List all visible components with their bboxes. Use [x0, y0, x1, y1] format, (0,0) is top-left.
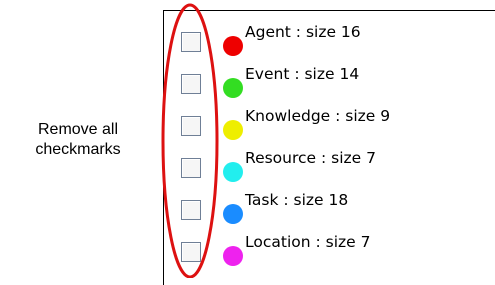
location-color-dot — [223, 246, 243, 266]
legend-item-location: Location : size 7 — [164, 221, 484, 266]
legend-item-agent: Agent : size 16 — [164, 11, 484, 56]
knowledge-label: Knowledge : size 9 — [245, 107, 391, 125]
legend-item-event: Event : size 14 — [164, 53, 484, 98]
event-checkbox[interactable] — [181, 74, 201, 94]
location-checkbox[interactable] — [181, 242, 201, 262]
knowledge-checkbox[interactable] — [181, 116, 201, 136]
task-label: Task : size 18 — [245, 191, 349, 209]
resource-label: Resource : size 7 — [245, 149, 377, 167]
instruction-line-1: Remove all — [37, 121, 119, 138]
instruction-line-2: checkmarks — [35, 141, 121, 158]
legend-panel: Agent : size 16 Event : size 14 Knowledg… — [163, 10, 495, 285]
location-label: Location : size 7 — [245, 233, 371, 251]
legend-item-knowledge: Knowledge : size 9 — [164, 95, 484, 140]
event-label: Event : size 14 — [245, 65, 360, 83]
agent-checkbox[interactable] — [181, 32, 201, 52]
task-checkbox[interactable] — [181, 200, 201, 220]
instruction-text: Remove all checkmarks — [0, 120, 156, 160]
agent-label: Agent : size 16 — [245, 23, 361, 41]
legend-item-task: Task : size 18 — [164, 179, 484, 224]
resource-checkbox[interactable] — [181, 158, 201, 178]
legend-item-resource: Resource : size 7 — [164, 137, 484, 182]
